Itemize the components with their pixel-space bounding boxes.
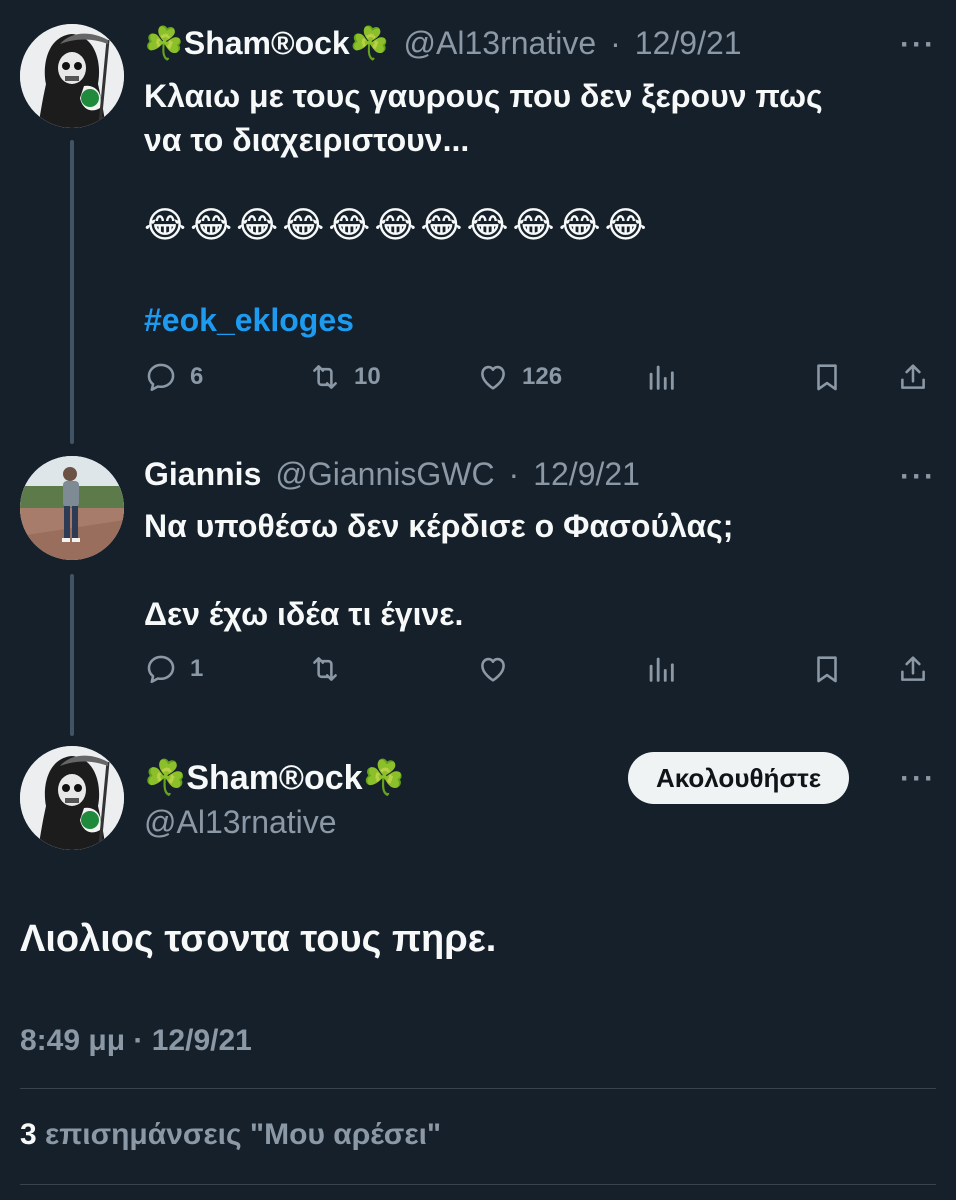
- tweet-actions: 1: [144, 652, 936, 692]
- bookmark-icon: [817, 656, 837, 683]
- share-icon: [901, 656, 925, 681]
- avatar[interactable]: [20, 746, 124, 850]
- tweet-date[interactable]: 12/9/21: [635, 25, 742, 62]
- display-name[interactable]: ☘️Sham®ock☘️: [144, 24, 390, 62]
- views-button[interactable]: [644, 652, 678, 686]
- emoji-row: 😂😂😂😂😂😂😂😂😂😂😂: [144, 204, 651, 245]
- tweet-text-line: Κλαιω με τους γαυρους που δεν ξερουν πως: [144, 78, 823, 114]
- likes-summary[interactable]: 3 επισημάνσεις "Μου αρέσει": [20, 1118, 441, 1152]
- bookmark-button[interactable]: [810, 360, 844, 394]
- follow-button[interactable]: Ακολουθήστε: [628, 752, 850, 804]
- divider: [20, 1088, 936, 1089]
- views-icon: [649, 657, 674, 682]
- handle[interactable]: @Al13rnative: [144, 804, 337, 841]
- thread-line: [70, 574, 74, 736]
- reply-icon: [147, 655, 175, 684]
- retweet-button[interactable]: 10: [308, 360, 381, 394]
- reaper-avatar-image: [20, 746, 124, 850]
- share-button[interactable]: [896, 360, 930, 394]
- more-icon[interactable]: ···: [900, 28, 936, 62]
- likes-label: επισημάνσεις "Μου αρέσει": [45, 1118, 442, 1151]
- main-tweet-text: Λιολιος τσοντα τους πηρε.: [20, 918, 497, 960]
- display-name[interactable]: Giannis: [144, 456, 261, 493]
- display-name[interactable]: ☘️Sham®ock☘️: [144, 758, 405, 798]
- views-button[interactable]: [644, 360, 678, 394]
- more-icon[interactable]: ···: [900, 762, 936, 796]
- reply-count: 6: [190, 363, 204, 390]
- share-button[interactable]: [896, 652, 930, 686]
- share-icon: [901, 364, 925, 389]
- like-count: 126: [522, 363, 563, 390]
- reply-button[interactable]: 1: [144, 652, 203, 686]
- reply-icon: [147, 363, 175, 392]
- retweet-button[interactable]: [308, 652, 342, 686]
- retweet-icon: [313, 365, 337, 389]
- tweet-date[interactable]: 12/9/21: [533, 456, 640, 493]
- avatar[interactable]: [20, 24, 124, 128]
- separator-dot: ·: [610, 24, 621, 61]
- avatar[interactable]: [20, 456, 124, 560]
- thread-line: [70, 140, 74, 444]
- likes-count: 3: [20, 1118, 37, 1151]
- separator-dot: ·: [508, 456, 520, 492]
- handle[interactable]: @GiannisGWC: [275, 456, 494, 493]
- like-icon: [481, 657, 505, 682]
- hashtag-link[interactable]: #eok_ekloges: [144, 302, 354, 339]
- tweet-header: ☘️Sham®ock☘️ @Al13rnative · 12/9/21: [144, 24, 742, 62]
- retweet-count: 10: [354, 363, 381, 390]
- tweet-timestamp[interactable]: 8:49 μμ · 12/9/21: [20, 1024, 252, 1058]
- tweet-text-line: Δεν έχω ιδέα τι έγινε.: [144, 596, 464, 632]
- bookmark-button[interactable]: [810, 652, 844, 686]
- bookmark-icon: [817, 364, 837, 391]
- like-icon: [481, 365, 505, 390]
- like-button[interactable]: [476, 652, 510, 686]
- reaper-avatar-image: [20, 24, 124, 128]
- tweet-text-line: Να υποθέσω δεν κέρδισε ο Φασούλας;: [144, 508, 734, 544]
- tweet-text-line: να το διαχειριστουν...: [144, 122, 470, 158]
- reply-button[interactable]: 6: [144, 360, 203, 394]
- retweet-icon: [313, 657, 337, 681]
- handle[interactable]: @Al13rnative: [404, 25, 597, 62]
- like-button[interactable]: 126: [476, 360, 562, 394]
- tweet-header: Giannis @GiannisGWC · 12/9/21: [144, 456, 640, 493]
- divider: [20, 1184, 936, 1185]
- reply-count: 1: [190, 655, 204, 682]
- tweet-actions: 6 10 126: [144, 360, 936, 400]
- views-icon: [649, 365, 674, 390]
- more-icon[interactable]: ···: [900, 460, 936, 494]
- person-photo-avatar-image: [20, 456, 124, 560]
- tweet-text: Κλαιω με τους γαυρους που δεν ξερουν πως…: [144, 74, 924, 162]
